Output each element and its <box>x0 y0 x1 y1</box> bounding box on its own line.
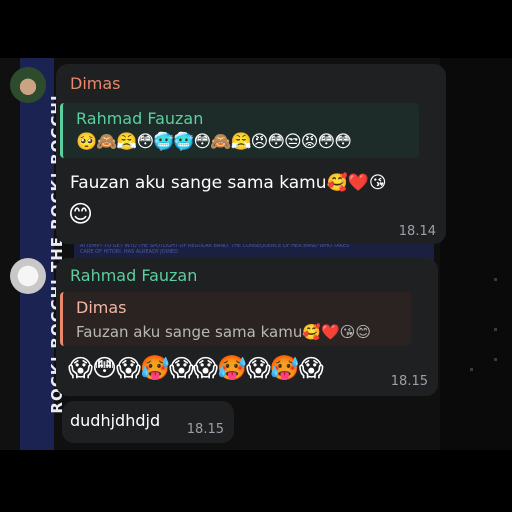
background-strip: ROCK! BOCCHI THE ROCK! BOCCHI <box>20 58 66 450</box>
message-text: 😱😳😱🥵😱😱🥵😱🥵😱 <box>68 354 324 382</box>
message-bubble[interactable]: Dimas Rahmad Fauzan 🥺🙈😤😳🥶🥶😳🙈😤😠😳😒😡😳😳 Fauz… <box>56 64 446 244</box>
reply-sender: Dimas <box>76 298 127 317</box>
message-time: 18.15 <box>186 422 224 437</box>
reply-preview[interactable]: Rahmad Fauzan 🥺🙈😤😳🥶🥶😳🙈😤😠😳😒😡😳😳 <box>60 103 419 158</box>
message-text: Fauzan aku sange sama kamu🥰❤️😘 <box>70 173 387 193</box>
reply-preview[interactable]: Dimas Fauzan aku sange sama kamu🥰❤️😘😊 <box>60 292 411 346</box>
message-emoji: 😊 <box>68 200 94 228</box>
reply-sender: Rahmad Fauzan <box>76 109 204 128</box>
message-time: 18.15 <box>390 374 428 389</box>
sender-name[interactable]: Rahmad Fauzan <box>70 266 197 285</box>
avatar-dimas[interactable] <box>10 67 46 103</box>
message-text: dudhjdhdjd <box>70 411 161 430</box>
background-dot <box>494 358 497 361</box>
background-band-text: ATTEMPT TO GET INTO THE SPOTLIGHT OF REG… <box>80 243 350 255</box>
avatar-rahmad[interactable] <box>10 258 46 294</box>
background-dot <box>470 368 473 371</box>
background-dark-panel <box>440 58 512 450</box>
sender-name[interactable]: Dimas <box>70 74 121 93</box>
background-dot <box>494 328 497 331</box>
message-bubble[interactable]: dudhjdhdjd 18.15 <box>62 401 234 443</box>
message-time: 18.14 <box>398 224 436 239</box>
message-bubble[interactable]: Rahmad Fauzan Dimas Fauzan aku sange sam… <box>56 258 438 396</box>
reply-text: Fauzan aku sange sama kamu🥰❤️😘😊 <box>76 323 371 341</box>
reply-text: 🥺🙈😤😳🥶🥶😳🙈😤😠😳😒😡😳😳 <box>76 132 352 152</box>
background-dot <box>494 278 497 281</box>
